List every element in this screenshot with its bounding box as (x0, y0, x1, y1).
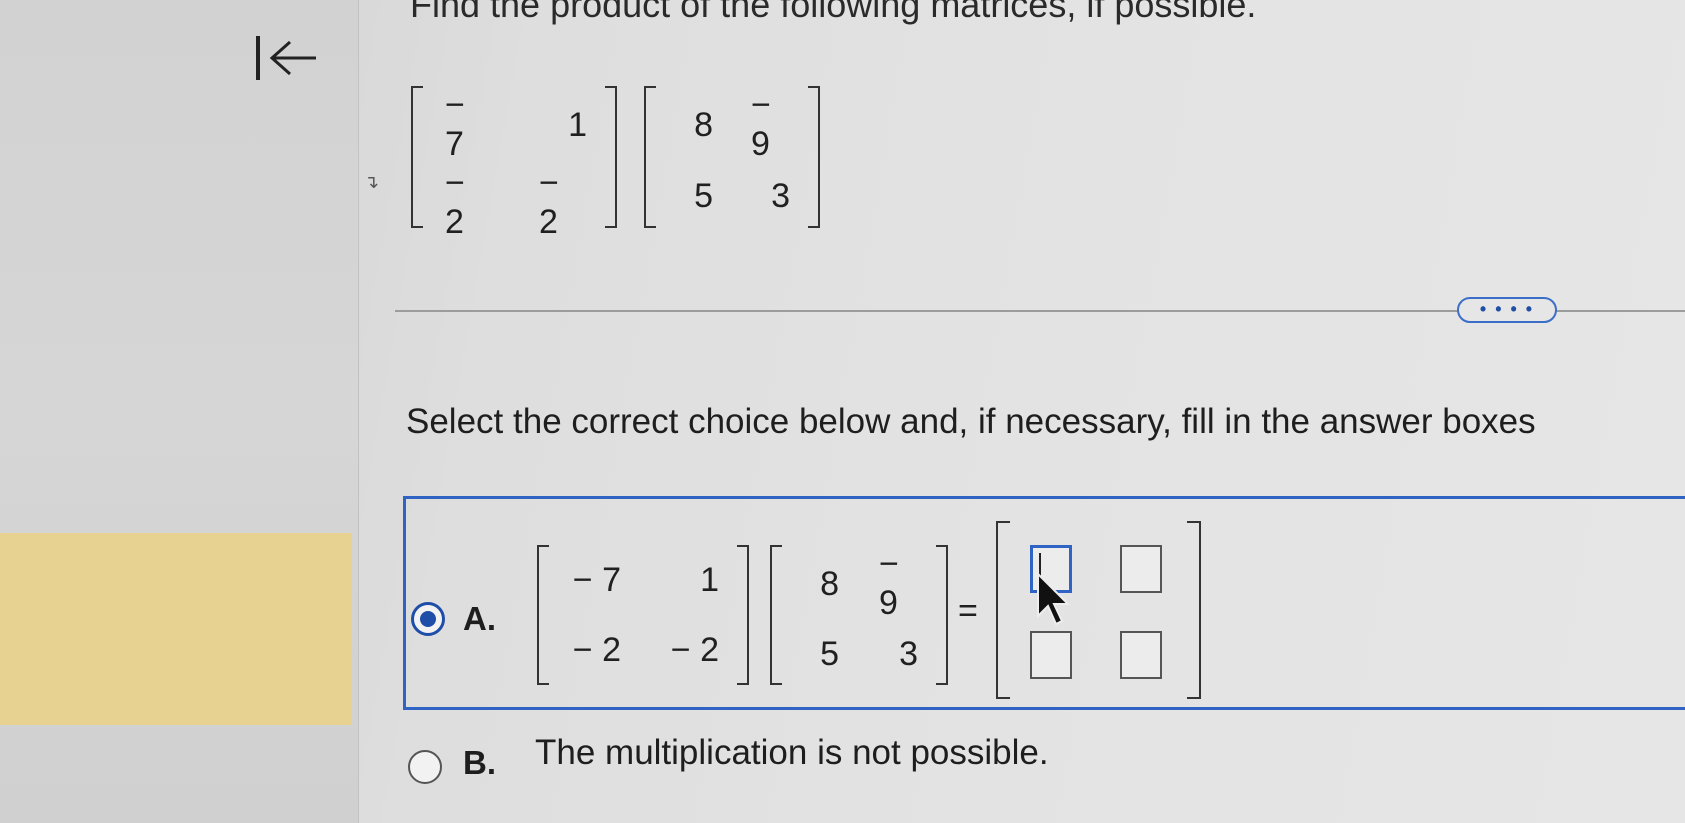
question-matrix-b: 8 − 9 5 3 (644, 86, 820, 228)
answer-box-22[interactable] (1120, 631, 1162, 679)
matrix-a-cell-12: 1 (568, 105, 587, 144)
first-page-arrow-icon (256, 36, 316, 80)
choice-b-radio[interactable] (408, 750, 442, 784)
mouse-pointer-icon (1037, 572, 1071, 626)
choice-a-matrix-b-cell-22: 3 (899, 634, 918, 673)
choice-b-text: The multiplication is not possible. (535, 733, 1049, 772)
matrix-a-cell-22: − 2 (539, 164, 559, 241)
instruction-text: Select the correct choice below and, if … (406, 402, 1536, 441)
question-marker: ↴ (364, 172, 380, 192)
choice-a-letter: A. (463, 600, 496, 637)
choice-a-matrix-a-cell-21: − 2 (572, 630, 621, 669)
result-matrix (996, 521, 1201, 699)
matrix-b-cell-22: 3 (771, 176, 790, 215)
page: Find the product of the following matric… (0, 0, 1685, 823)
choice-a-matrix-a-cell-12: 1 (700, 560, 719, 599)
choice-a-matrix-a-cell-11: − 7 (572, 560, 621, 599)
choice-a-radio[interactable] (411, 602, 445, 636)
question-title: Find the product of the following matric… (410, 0, 1257, 25)
question-list-highlight[interactable] (0, 533, 352, 725)
choice-a-matrix-b: 8 − 9 5 3 (770, 545, 948, 685)
equals-sign: = (958, 592, 978, 630)
matrix-b-cell-21: 5 (694, 176, 713, 215)
choice-a-matrix-b-cell-12: − 9 (879, 545, 899, 622)
choice-a-matrix-a-cell-22: − 2 (670, 630, 719, 669)
answer-box-21[interactable] (1030, 631, 1072, 679)
answer-box-12[interactable] (1120, 545, 1162, 593)
first-question-button[interactable] (250, 28, 330, 98)
matrix-a-cell-11: − 7 (445, 86, 465, 163)
choice-a-matrix-a: − 7 1 − 2 − 2 (537, 545, 749, 685)
matrix-b-cell-11: 8 (694, 105, 713, 144)
choice-a-matrix-b-cell-11: 8 (820, 564, 839, 603)
radio-selected-dot (420, 611, 436, 627)
matrix-b-cell-12: − 9 (751, 86, 771, 163)
question-matrix-a: − 7 1 − 2 − 2 (411, 86, 617, 241)
choice-b-letter: B. (463, 744, 496, 781)
choice-a-matrix-b-cell-21: 5 (820, 634, 839, 673)
matrix-a-cell-21: − 2 (445, 164, 465, 241)
more-button[interactable]: • • • • (1457, 297, 1557, 323)
